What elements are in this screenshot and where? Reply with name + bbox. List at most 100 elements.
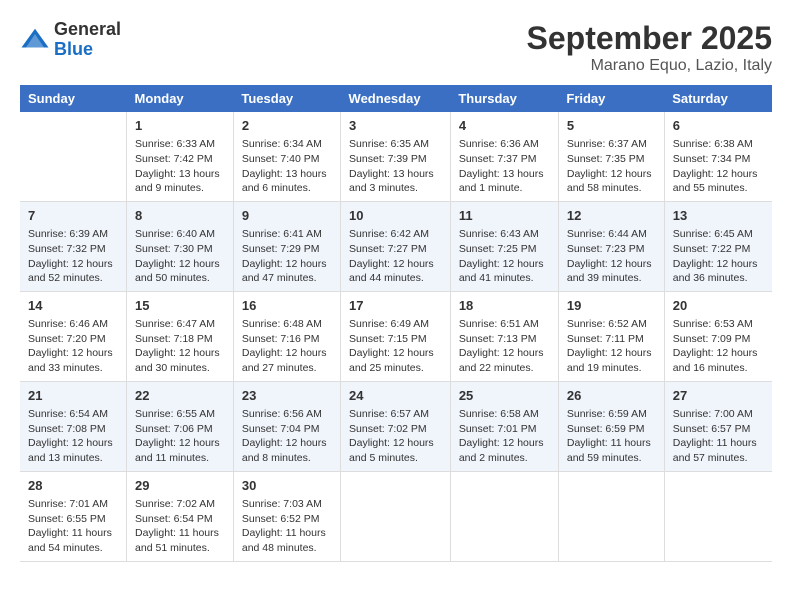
calendar-cell: 21 Sunrise: 6:54 AMSunset: 7:08 PMDayligh… [20, 381, 127, 471]
day-number: 19 [567, 297, 656, 315]
calendar-cell [450, 471, 558, 561]
calendar-cell: 12 Sunrise: 6:44 AMSunset: 7:23 PMDayligh… [558, 201, 664, 291]
day-info: Sunrise: 6:38 AMSunset: 7:34 PMDaylight:… [673, 137, 764, 196]
calendar-cell: 6 Sunrise: 6:38 AMSunset: 7:34 PMDaylight… [664, 112, 772, 201]
calendar-cell [558, 471, 664, 561]
logo-blue: Blue [54, 40, 121, 60]
day-number: 9 [242, 207, 332, 225]
weekday-header: Tuesday [233, 85, 340, 112]
calendar-table: SundayMondayTuesdayWednesdayThursdayFrid… [20, 85, 772, 562]
calendar-cell: 1 Sunrise: 6:33 AMSunset: 7:42 PMDaylight… [127, 112, 234, 201]
day-number: 17 [349, 297, 442, 315]
day-number: 1 [135, 117, 225, 135]
calendar-cell: 25 Sunrise: 6:58 AMSunset: 7:01 PMDayligh… [450, 381, 558, 471]
day-info: Sunrise: 6:44 AMSunset: 7:23 PMDaylight:… [567, 227, 656, 286]
calendar-cell: 16 Sunrise: 6:48 AMSunset: 7:16 PMDayligh… [233, 291, 340, 381]
day-info: Sunrise: 7:01 AMSunset: 6:55 PMDaylight:… [28, 497, 118, 556]
day-info: Sunrise: 6:52 AMSunset: 7:11 PMDaylight:… [567, 317, 656, 376]
calendar-cell: 20 Sunrise: 6:53 AMSunset: 7:09 PMDayligh… [664, 291, 772, 381]
weekday-row: SundayMondayTuesdayWednesdayThursdayFrid… [20, 85, 772, 112]
logo: General Blue [20, 20, 121, 60]
day-number: 22 [135, 387, 225, 405]
day-number: 23 [242, 387, 332, 405]
day-info: Sunrise: 6:54 AMSunset: 7:08 PMDaylight:… [28, 407, 118, 466]
calendar-body: 1 Sunrise: 6:33 AMSunset: 7:42 PMDaylight… [20, 112, 772, 561]
calendar-cell: 17 Sunrise: 6:49 AMSunset: 7:15 PMDayligh… [341, 291, 451, 381]
calendar-cell: 3Sunrise: 6:35 AMSunset: 7:39 PMDaylight… [341, 112, 451, 201]
logo-text: General Blue [54, 20, 121, 60]
day-info: Sunrise: 7:02 AMSunset: 6:54 PMDaylight:… [135, 497, 225, 556]
calendar-cell: 8 Sunrise: 6:40 AMSunset: 7:30 PMDaylight… [127, 201, 234, 291]
day-info: Sunrise: 6:33 AMSunset: 7:42 PMDaylight:… [135, 137, 225, 196]
day-number: 12 [567, 207, 656, 225]
day-number: 8 [135, 207, 225, 225]
day-number: 25 [459, 387, 550, 405]
day-number: 14 [28, 297, 118, 315]
calendar-cell: 11 Sunrise: 6:43 AMSunset: 7:25 PMDayligh… [450, 201, 558, 291]
day-info: Sunrise: 6:40 AMSunset: 7:30 PMDaylight:… [135, 227, 225, 286]
day-number: 16 [242, 297, 332, 315]
title-block: September 2025 Marano Equo, Lazio, Italy [527, 20, 772, 75]
page-header: General Blue September 2025 Marano Equo,… [20, 20, 772, 75]
calendar-cell: 9 Sunrise: 6:41 AMSunset: 7:29 PMDaylight… [233, 201, 340, 291]
weekday-header: Sunday [20, 85, 127, 112]
day-info: Sunrise: 6:45 AMSunset: 7:22 PMDaylight:… [673, 227, 764, 286]
day-number: 27 [673, 387, 764, 405]
day-info: Sunrise: 6:53 AMSunset: 7:09 PMDaylight:… [673, 317, 764, 376]
calendar-cell: 4 Sunrise: 6:36 AMSunset: 7:37 PMDaylight… [450, 112, 558, 201]
day-info: Sunrise: 6:34 AMSunset: 7:40 PMDaylight:… [242, 137, 332, 196]
day-number: 21 [28, 387, 118, 405]
day-number: 18 [459, 297, 550, 315]
calendar-cell: 5Sunrise: 6:37 AMSunset: 7:35 PMDaylight… [558, 112, 664, 201]
calendar-cell [20, 112, 127, 201]
day-info: Sunrise: 6:43 AMSunset: 7:25 PMDaylight:… [459, 227, 550, 286]
day-info: Sunrise: 6:36 AMSunset: 7:37 PMDaylight:… [459, 137, 550, 196]
day-number: 24 [349, 387, 442, 405]
calendar-week-row: 28 Sunrise: 7:01 AMSunset: 6:55 PMDayligh… [20, 471, 772, 561]
day-number: 20 [673, 297, 764, 315]
calendar-header: SundayMondayTuesdayWednesdayThursdayFrid… [20, 85, 772, 112]
calendar-cell: 22 Sunrise: 6:55 AMSunset: 7:06 PMDayligh… [127, 381, 234, 471]
day-number: 26 [567, 387, 656, 405]
day-info: Sunrise: 6:51 AMSunset: 7:13 PMDaylight:… [459, 317, 550, 376]
calendar-cell: 10Sunrise: 6:42 AMSunset: 7:27 PMDayligh… [341, 201, 451, 291]
day-info: Sunrise: 6:42 AMSunset: 7:27 PMDaylight:… [349, 227, 442, 286]
day-info: Sunrise: 6:37 AMSunset: 7:35 PMDaylight:… [567, 137, 656, 196]
day-info: Sunrise: 6:55 AMSunset: 7:06 PMDaylight:… [135, 407, 225, 466]
day-info: Sunrise: 6:48 AMSunset: 7:16 PMDaylight:… [242, 317, 332, 376]
weekday-header: Monday [127, 85, 234, 112]
day-number: 4 [459, 117, 550, 135]
day-number: 7 [28, 207, 118, 225]
calendar-cell: 24Sunrise: 6:57 AMSunset: 7:02 PMDayligh… [341, 381, 451, 471]
calendar-week-row: 21 Sunrise: 6:54 AMSunset: 7:08 PMDayligh… [20, 381, 772, 471]
calendar-cell: 18 Sunrise: 6:51 AMSunset: 7:13 PMDayligh… [450, 291, 558, 381]
calendar-week-row: 7 Sunrise: 6:39 AMSunset: 7:32 PMDaylight… [20, 201, 772, 291]
day-number: 11 [459, 207, 550, 225]
day-info: Sunrise: 6:58 AMSunset: 7:01 PMDaylight:… [459, 407, 550, 466]
weekday-header: Saturday [664, 85, 772, 112]
weekday-header: Thursday [450, 85, 558, 112]
day-info: Sunrise: 6:41 AMSunset: 7:29 PMDaylight:… [242, 227, 332, 286]
calendar-cell: 15 Sunrise: 6:47 AMSunset: 7:18 PMDayligh… [127, 291, 234, 381]
day-number: 29 [135, 477, 225, 495]
day-number: 6 [673, 117, 764, 135]
day-info: Sunrise: 6:49 AMSunset: 7:15 PMDaylight:… [349, 317, 442, 376]
day-number: 13 [673, 207, 764, 225]
day-info: Sunrise: 6:47 AMSunset: 7:18 PMDaylight:… [135, 317, 225, 376]
day-info: Sunrise: 6:35 AMSunset: 7:39 PMDaylight:… [349, 137, 442, 196]
day-number: 2 [242, 117, 332, 135]
calendar-cell: 7 Sunrise: 6:39 AMSunset: 7:32 PMDaylight… [20, 201, 127, 291]
day-info: Sunrise: 6:59 AMSunset: 6:59 PMDaylight:… [567, 407, 656, 466]
day-number: 15 [135, 297, 225, 315]
calendar-cell: 29 Sunrise: 7:02 AMSunset: 6:54 PMDayligh… [127, 471, 234, 561]
day-number: 28 [28, 477, 118, 495]
logo-general: General [54, 20, 121, 40]
day-info: Sunrise: 6:39 AMSunset: 7:32 PMDaylight:… [28, 227, 118, 286]
calendar-cell: 19 Sunrise: 6:52 AMSunset: 7:11 PMDayligh… [558, 291, 664, 381]
day-info: Sunrise: 7:00 AMSunset: 6:57 PMDaylight:… [673, 407, 764, 466]
calendar-cell: 14Sunrise: 6:46 AMSunset: 7:20 PMDayligh… [20, 291, 127, 381]
day-info: Sunrise: 6:56 AMSunset: 7:04 PMDaylight:… [242, 407, 332, 466]
calendar-cell: 30Sunrise: 7:03 AMSunset: 6:52 PMDayligh… [233, 471, 340, 561]
weekday-header: Friday [558, 85, 664, 112]
logo-icon [20, 25, 50, 55]
